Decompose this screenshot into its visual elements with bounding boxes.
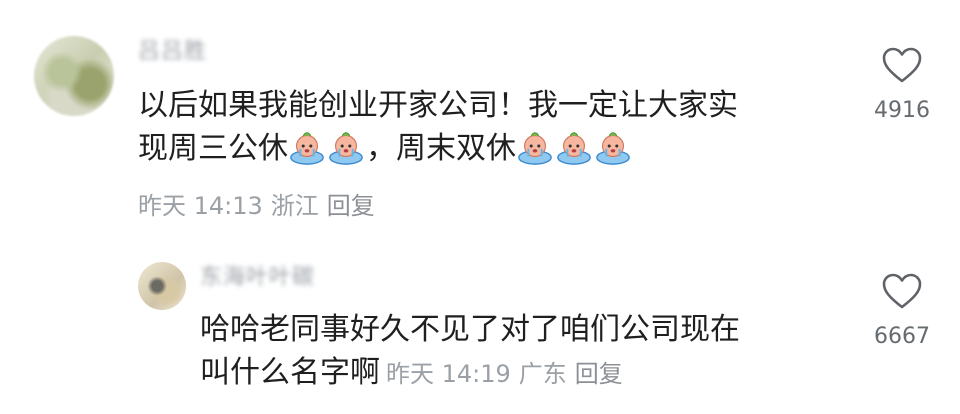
username[interactable]: 东海叶叶碳 [200,264,360,292]
username[interactable]: 吕吕胜 [138,38,238,66]
heart-icon[interactable] [881,272,923,310]
comment-time: 昨天 14:13 [138,192,263,220]
comment-location: 浙江 [270,192,319,220]
crying-face-emoji-icon [329,132,363,165]
comment-text-line: 哈哈老同事好久不见了对了咱们公司现在 [200,312,740,347]
comment-text-segment: 叫什么名字啊 [200,355,380,390]
comment-text-segment: ，周末双休 [366,131,516,166]
comment-meta: 昨天 14:13 浙江 回复 [138,190,383,222]
crying-face-emoji-icon [290,132,324,165]
reply-button[interactable]: 回复 [575,360,623,388]
like-count: 4916 [874,98,930,123]
comment-meta: 昨天 14:19 广东 回复 [386,360,631,388]
like-button[interactable]: 4916 [862,46,942,123]
crying-face-emoji-icon [557,132,591,165]
crying-face-emoji-icon [518,132,552,165]
like-button[interactable]: 6667 [862,272,942,349]
comment-location: 广东 [518,360,567,388]
avatar[interactable] [138,262,186,310]
comment-text-line: 叫什么名字啊 昨天 14:19 广东 回复 [200,351,740,396]
comment-text-line: 以后如果我能创业开家公司！我一定让大家实 [138,88,738,123]
comment-text-line: 现周三公休 ，周末双休 [138,127,738,170]
reply-button[interactable]: 回复 [327,192,375,220]
avatar[interactable] [34,36,114,116]
comment-text: 哈哈老同事好久不见了对了咱们公司现在 叫什么名字啊 昨天 14:19 广东 回复 [200,308,740,396]
heart-icon[interactable] [881,46,923,84]
like-count: 6667 [874,324,930,349]
comment-time: 昨天 14:19 [386,360,511,388]
crying-face-emoji-icon [596,132,630,165]
comment-text: 以后如果我能创业开家公司！我一定让大家实 现周三公休 ，周末双休 [138,84,738,170]
comment-text-segment: 现周三公休 [138,131,288,166]
